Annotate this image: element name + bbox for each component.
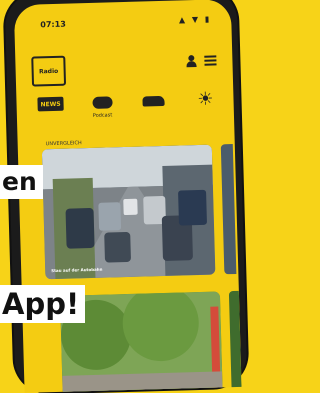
app-logo[interactable]: Radio (31, 55, 67, 87)
phone-screen: 07:13 ▲ ▼ ▮ Radio NEWS Podcast ☀ UNVERGL… (13, 0, 242, 393)
category-podcast[interactable]: Podcast (82, 92, 123, 123)
category-news[interactable]: NEWS (30, 94, 71, 125)
next-card-peek[interactable] (220, 144, 237, 275)
sun-icon: ☀ (197, 88, 214, 110)
promo-banner-line1: en (0, 165, 43, 199)
status-icons: ▲ ▼ ▮ (178, 14, 212, 25)
traffic-jam-image (41, 144, 216, 280)
section-label: UNVERGLEICH (45, 140, 82, 148)
category-weather[interactable]: ☀ (185, 89, 226, 120)
category-bar: NEWS Podcast ☀ (30, 89, 226, 124)
header-actions (186, 54, 217, 67)
menu-icon[interactable] (204, 54, 217, 66)
category-label: Podcast (92, 112, 113, 119)
account-icon[interactable] (186, 55, 196, 67)
podcast-icon (92, 96, 113, 109)
news-icon: NEWS (37, 96, 64, 112)
promo-banner-line2: App! (0, 285, 86, 323)
app-logo-text: Radio (38, 67, 59, 75)
news-card[interactable]: Stau auf der Autobahn (41, 144, 216, 280)
status-time: 07:13 (40, 19, 66, 30)
next-card-peek-2[interactable] (228, 290, 242, 392)
category-traffic[interactable] (134, 91, 175, 122)
status-bar: 07:13 ▲ ▼ ▮ (14, 14, 231, 34)
car-icon (142, 95, 165, 107)
